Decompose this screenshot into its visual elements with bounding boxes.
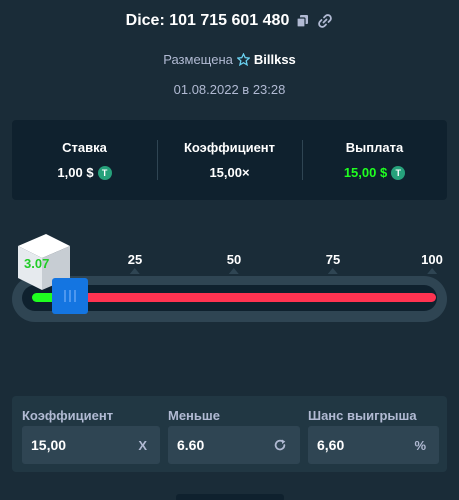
roll-under-label: Меньше: [168, 408, 220, 423]
multiplier-stat: Коэффициент 15,00×: [157, 120, 302, 200]
win-chance-field[interactable]: 6,60 %: [308, 426, 439, 464]
tick-50: 50: [226, 252, 242, 267]
payout-label: Выплата: [345, 140, 404, 155]
multiplier-value: 15,00×: [209, 165, 250, 180]
multiplier-field-label: Коэффициент: [22, 408, 114, 423]
bet-title-row: Dice: 101 715 601 480: [0, 12, 459, 30]
tether-icon: T: [97, 165, 112, 180]
roll-under-value[interactable]: 6.60: [177, 437, 204, 453]
refresh-icon[interactable]: [273, 438, 287, 452]
bet-amount-label: Ставка: [62, 140, 107, 155]
multiplier-label: Коэффициент: [183, 140, 276, 155]
star-icon: [236, 53, 250, 66]
win-chance-value[interactable]: 6,60: [317, 437, 344, 453]
bet-date: 01.08.2022 в 23:28: [173, 82, 286, 97]
placed-username[interactable]: Billkss: [254, 52, 296, 67]
roll-result: 3.07: [24, 256, 50, 271]
multiplier-field-value[interactable]: 15,00: [31, 437, 66, 453]
multiplier-field[interactable]: 15,00 X: [22, 426, 160, 464]
tick-75: 75: [325, 252, 341, 267]
roll-under-field[interactable]: 6.60: [168, 426, 300, 464]
dice-controls: Коэффициент 15,00 X Меньше 6.60 Шанс выи…: [12, 396, 447, 472]
bet-title: Dice: 101 715 601 480: [125, 12, 290, 29]
copy-icon[interactable]: [295, 13, 311, 29]
bet-amount-stat: Ставка 1,00 $ T: [12, 120, 157, 200]
placed-label: Размещена: [163, 52, 233, 67]
payout-stat: Выплата 15,00 $ T: [302, 120, 447, 200]
percent-suffix: %: [414, 437, 426, 453]
slider-lose-range: [62, 293, 436, 302]
multiplier-suffix: X: [138, 437, 147, 453]
bottom-tab[interactable]: [176, 494, 284, 500]
tick-100: 100: [421, 252, 443, 267]
slider-handle[interactable]: [52, 278, 88, 314]
bet-stats-panel: Ставка 1,00 $ T Коэффициент 15,00× Выпла…: [12, 120, 447, 200]
placed-user[interactable]: Billkss: [236, 52, 296, 67]
payout-value: 15,00 $: [343, 165, 388, 180]
bet-amount-value: 1,00 $: [57, 165, 94, 180]
win-chance-label: Шанс выигрыша: [308, 408, 417, 423]
tether-icon: T: [391, 165, 406, 180]
tick-25: 25: [127, 252, 143, 267]
placed-by-row: Размещена Billkss: [0, 52, 459, 67]
link-icon[interactable]: [317, 13, 333, 29]
